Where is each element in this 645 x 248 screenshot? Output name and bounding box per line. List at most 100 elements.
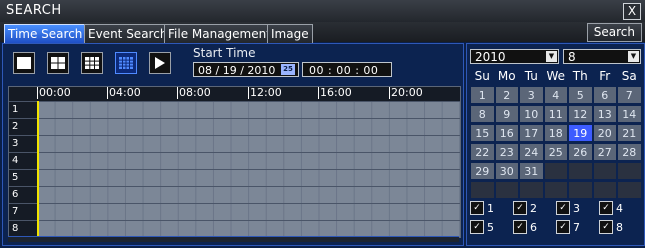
channel-checkbox-7[interactable]: ✓ 7 — [556, 218, 599, 236]
calendar-day[interactable]: 6 — [592, 86, 617, 104]
single-view-button[interactable] — [13, 52, 35, 74]
calendar-day[interactable]: 10 — [519, 105, 544, 123]
channel-label: 3 — [573, 201, 580, 215]
calendar-day[interactable]: 25 — [543, 143, 568, 161]
calendar-day[interactable]: 13 — [592, 105, 617, 123]
calendar-day[interactable]: 7 — [617, 86, 642, 104]
month-select[interactable]: 8 ▼ — [563, 49, 641, 64]
calendar-day[interactable]: 17 — [519, 124, 544, 142]
timeline-row[interactable]: 6 — [9, 186, 460, 203]
calendar-day[interactable]: 22 — [470, 143, 495, 161]
channel-checkbox-2[interactable]: ✓ 2 — [513, 199, 556, 217]
channel-checkbox-5[interactable]: ✓ 5 — [470, 218, 513, 236]
calendar-day[interactable]: 4 — [543, 86, 568, 104]
calendar-day[interactable]: 12 — [568, 105, 593, 123]
timeline-cells[interactable] — [37, 187, 460, 203]
year-select[interactable]: 2010 ▼ — [470, 49, 559, 64]
timeline-row[interactable]: 4 — [9, 152, 460, 169]
calendar-week-row — [470, 181, 642, 200]
search-button[interactable]: Search — [586, 23, 642, 42]
hour-label: 20:00 — [389, 86, 423, 99]
timeline-scrollbar[interactable] — [8, 236, 459, 242]
channel-label: 6 — [530, 220, 537, 234]
channel-checkbox-1[interactable]: ✓ 1 — [470, 199, 513, 217]
weekday-label: Th — [572, 69, 588, 83]
calendar-day[interactable]: 15 — [470, 124, 495, 142]
channel-checkbox-3[interactable]: ✓ 3 — [556, 199, 599, 217]
calendar-day[interactable]: 31 — [519, 162, 544, 180]
timeline-row[interactable]: 7 — [9, 203, 460, 220]
channel-label: 7 — [573, 220, 580, 234]
calendar-empty-cell — [568, 162, 593, 180]
sixteen-view-button[interactable] — [115, 52, 137, 74]
calendar-day[interactable]: 27 — [592, 143, 617, 161]
calendar-day[interactable]: 14 — [617, 105, 642, 123]
calendar-day[interactable]: 5 — [568, 86, 593, 104]
timeline-grid[interactable]: 00:00 04:00 08:00 12:00 16:00 20:00 1 2 … — [8, 86, 461, 238]
calendar-empty-cell — [470, 181, 495, 199]
channel-checkbox-4[interactable]: ✓ 4 — [599, 199, 642, 217]
play-icon — [155, 57, 165, 69]
timeline-cells[interactable] — [37, 170, 460, 186]
tab-file-management[interactable]: File Management — [164, 24, 275, 43]
weekday-label: Fr — [599, 69, 611, 83]
timeline-row[interactable]: 5 — [9, 169, 460, 186]
play-button[interactable] — [149, 52, 171, 74]
calendar-day[interactable]: 26 — [568, 143, 593, 161]
timeline-cells[interactable] — [37, 204, 460, 220]
close-icon: X — [627, 4, 637, 18]
tab-time-search[interactable]: Time Search — [4, 24, 87, 43]
timeline-row[interactable]: 8 — [9, 220, 460, 237]
timeline-row[interactable]: 1 — [9, 101, 460, 118]
channel-checkbox-6[interactable]: ✓ 6 — [513, 218, 556, 236]
channel-number: 5 — [12, 172, 19, 183]
timeline-cells[interactable] — [37, 119, 460, 135]
timeline-cells[interactable] — [37, 102, 460, 118]
nine-view-button[interactable] — [81, 52, 103, 74]
calendar-day[interactable]: 16 — [494, 124, 519, 142]
date-spinner-icon[interactable]: 25 — [281, 64, 295, 75]
channel-number: 6 — [12, 189, 19, 200]
chevron-down-icon: ▼ — [628, 51, 639, 62]
weekday-header: Su Mo Tu We Th Fr Sa — [470, 66, 642, 86]
calendar-week-row: 29 30 31 — [470, 162, 642, 181]
channel-number: 3 — [12, 138, 19, 149]
tab-bar: Time Search Event Search File Management… — [0, 22, 645, 43]
calendar-day[interactable]: 30 — [494, 162, 519, 180]
calendar-day[interactable]: 29 — [470, 162, 495, 180]
timeline-row[interactable]: 3 — [9, 135, 460, 152]
time-search-panel: Start Time 08 / 19 / 2010 25 00 : 00 : 0… — [2, 43, 464, 246]
timeline-row[interactable]: 2 — [9, 118, 460, 135]
calendar-day[interactable]: 24 — [519, 143, 544, 161]
start-time-field[interactable]: 00 : 00 : 00 — [302, 62, 392, 77]
calendar-day[interactable]: 23 — [494, 143, 519, 161]
check-icon: ✓ — [470, 220, 484, 234]
calendar-day[interactable]: 3 — [519, 86, 544, 104]
calendar-empty-cell — [543, 162, 568, 180]
timeline-cells[interactable] — [37, 136, 460, 152]
tab-image[interactable]: Image — [267, 24, 313, 43]
calendar-day[interactable]: 2 — [494, 86, 519, 104]
calendar-empty-cell — [592, 162, 617, 180]
timeline-cells[interactable] — [37, 153, 460, 169]
timeline-cursor[interactable] — [37, 101, 39, 237]
calendar-day[interactable]: 18 — [543, 124, 568, 142]
calendar-day[interactable]: 1 — [470, 86, 495, 104]
close-button[interactable]: X — [623, 3, 641, 20]
quad-view-button[interactable] — [47, 52, 69, 74]
calendar-day[interactable]: 9 — [494, 105, 519, 123]
calendar-day[interactable]: 19 — [568, 124, 593, 142]
calendar-day[interactable]: 8 — [470, 105, 495, 123]
weekday-label: Su — [474, 69, 490, 83]
calendar-day[interactable]: 11 — [543, 105, 568, 123]
calendar-empty-cell — [494, 181, 519, 199]
timeline-cells[interactable] — [37, 221, 460, 237]
calendar-day[interactable]: 20 — [592, 124, 617, 142]
tab-event-search[interactable]: Event Search — [84, 24, 172, 43]
calendar-day[interactable]: 28 — [617, 143, 642, 161]
check-icon: ✓ — [556, 201, 570, 215]
calendar-empty-cell — [568, 181, 593, 199]
channel-checkbox-8[interactable]: ✓ 8 — [599, 218, 642, 236]
calendar-day[interactable]: 21 — [617, 124, 642, 142]
chevron-down-icon: ▼ — [546, 51, 557, 62]
